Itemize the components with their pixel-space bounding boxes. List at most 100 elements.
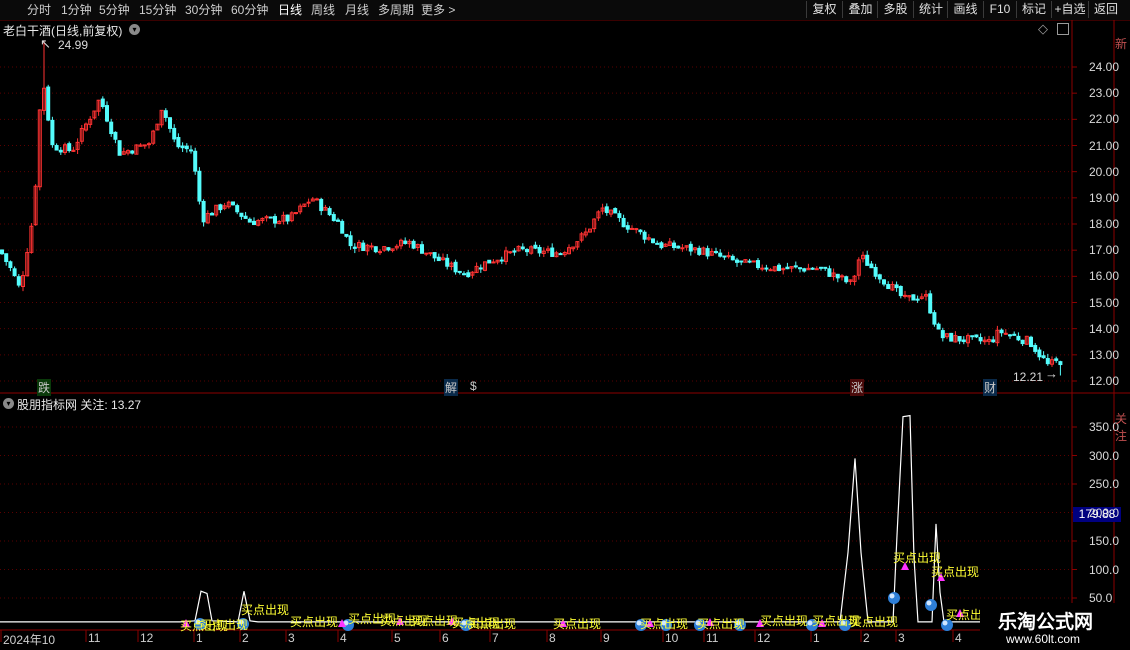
candle-body (369, 245, 374, 248)
candle-body (672, 242, 676, 249)
candle-body (168, 117, 172, 129)
candle-body (676, 245, 681, 249)
candle-body (428, 252, 433, 255)
buy-ball-highlight (889, 593, 895, 599)
price-tick-label: 23.00 (1089, 86, 1120, 101)
candle-body (273, 216, 277, 224)
candle-body (970, 335, 975, 338)
candle-body (877, 274, 882, 280)
candle-body (823, 266, 828, 269)
candle-body (1054, 358, 1059, 361)
buy-signal-label: 买点出现 (468, 617, 517, 631)
candle-body (378, 251, 382, 254)
candle-body (499, 259, 504, 262)
candle-body (331, 214, 336, 222)
date-label: 2024年10 (3, 633, 56, 647)
candle-body (243, 215, 248, 219)
date-label: 4 (955, 631, 962, 645)
event-marker-dividend[interactable]: $ (469, 379, 478, 393)
candle-body (1041, 355, 1046, 359)
chevron-down-icon[interactable]: ▾ (3, 398, 14, 409)
buy-signal-label: 买点出现 (410, 614, 459, 628)
candle-body (247, 218, 252, 223)
candle-body (873, 266, 878, 277)
candle-body (621, 217, 626, 228)
high-price-label: 24.99 (58, 38, 89, 52)
indicator-name: 股朋指标网 (17, 398, 78, 412)
candle-body (722, 255, 727, 258)
candle-body (991, 339, 996, 343)
event-marker-unlock[interactable]: 解 (444, 379, 459, 396)
candle-body (294, 212, 298, 215)
candle-body (659, 242, 664, 249)
date-label: 6 (442, 631, 449, 645)
candle-body (751, 260, 756, 263)
chart-area (0, 20, 1130, 650)
event-marker-rise[interactable]: 涨 (850, 379, 865, 396)
candle-body (453, 261, 458, 273)
buy-signal-label: 买点出现 (553, 617, 602, 631)
candle-body (352, 246, 357, 249)
date-label: 12 (757, 631, 771, 645)
price-tick-label: 17.00 (1089, 243, 1120, 258)
candle-body (777, 264, 781, 271)
candle-body (634, 228, 639, 231)
date-label: 5 (394, 631, 401, 645)
candle-body (113, 131, 118, 140)
indicator-focus-value: 关注: 13.27 (80, 398, 142, 412)
candle-body (436, 256, 441, 262)
candle-body (798, 267, 802, 270)
date-label: 7 (492, 631, 499, 645)
candle-body (319, 198, 324, 212)
buy-ball (888, 592, 900, 604)
candle-body (739, 260, 744, 263)
candle-body (655, 242, 660, 245)
candle-body (1012, 333, 1017, 336)
candle-body (898, 286, 903, 297)
date-label: 3 (288, 631, 295, 645)
candle-body (1003, 332, 1008, 335)
candle-body (1058, 361, 1063, 366)
candle-body (819, 266, 823, 269)
indicator-tick-label: 300.0 (1089, 448, 1120, 463)
candle-body (424, 252, 429, 255)
buy-signal-label: 买点出现 (640, 617, 689, 631)
candle-body (642, 231, 647, 240)
candle-body (348, 235, 353, 247)
candle-body (726, 255, 731, 258)
candle-body (747, 260, 752, 263)
high-arrow-icon: ↖ (40, 36, 51, 51)
candle-body (625, 225, 630, 230)
candle-body (306, 201, 311, 204)
candle-body (210, 212, 214, 216)
candle-body (638, 229, 643, 233)
candle-body (768, 269, 773, 272)
candle-body (844, 276, 849, 283)
indicator-tick-label: 200.0 (1089, 505, 1120, 520)
candle-body (1037, 349, 1042, 358)
candle-body (105, 105, 109, 122)
candle-body (932, 312, 937, 325)
candle-body (1045, 358, 1050, 365)
candle-body (840, 275, 844, 278)
candle-body (487, 259, 492, 264)
candle-body (189, 149, 193, 152)
date-label: 1 (813, 631, 820, 645)
low-arrow-icon: → (1045, 366, 1058, 381)
candle-body (957, 336, 962, 342)
buy-signal-label: 买点出现 (200, 618, 249, 632)
candle-body (12, 268, 17, 277)
price-tick-label: 12.00 (1089, 374, 1120, 388)
candle-body (420, 244, 424, 254)
candle-body (827, 268, 832, 277)
candle-body (974, 334, 979, 338)
price-tick-label: 16.00 (1089, 269, 1120, 284)
date-label: 4 (340, 631, 347, 645)
event-marker-finance[interactable]: 财 (983, 379, 998, 396)
candle-body (172, 127, 177, 140)
candle-body (197, 170, 202, 202)
candle-body (46, 86, 51, 121)
low-price-label: 12.21 (1013, 370, 1044, 384)
event-marker-fall[interactable]: 跌 (37, 379, 52, 396)
candle-body (478, 267, 483, 270)
